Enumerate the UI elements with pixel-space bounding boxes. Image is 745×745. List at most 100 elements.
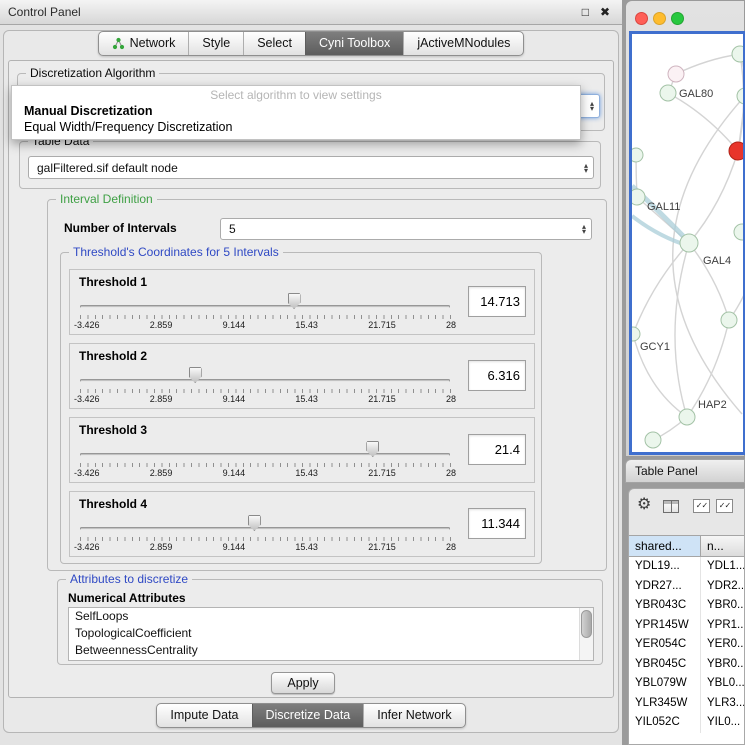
threshold-2-slider[interactable]	[80, 366, 450, 386]
list-item[interactable]: BetweennessCentrality	[69, 642, 593, 659]
threshold-4-slider[interactable]	[80, 514, 450, 534]
tab-style[interactable]: Style	[188, 32, 243, 55]
apply-button[interactable]: Apply	[271, 672, 335, 694]
network-edge[interactable]	[668, 93, 738, 151]
network-node[interactable]	[660, 85, 676, 101]
slider-track[interactable]	[80, 527, 450, 530]
table-panel-title: Table Panel	[626, 460, 744, 482]
table-cell[interactable]: YBR0...	[701, 596, 744, 616]
list-item[interactable]: TopologicalCoefficient	[69, 625, 593, 642]
threshold-3-slider[interactable]	[80, 440, 450, 460]
threshold-3-panel: Threshold 3 -3.4262.8599.14415.4321.7152…	[69, 417, 535, 483]
table-cell[interactable]: YER054C	[629, 635, 701, 655]
column-header-name[interactable]: n...	[701, 536, 744, 556]
number-of-intervals-select[interactable]: 5 ▴ ▾	[220, 218, 592, 240]
table-cell[interactable]: YDR2...	[701, 577, 744, 597]
table-cell[interactable]: YPR1...	[701, 616, 744, 636]
list-item[interactable]: SelfLoops	[69, 608, 593, 625]
tab-network[interactable]: Network	[99, 32, 189, 55]
table-cell[interactable]: YBR043C	[629, 596, 701, 616]
network-node[interactable]	[729, 142, 745, 160]
table-cell[interactable]: YER0...	[701, 635, 744, 655]
column-header-shared-name[interactable]: shared...	[629, 536, 701, 556]
algorithm-option-manual[interactable]: Manual Discretization	[12, 103, 580, 119]
network-edge[interactable]	[633, 243, 689, 334]
network-node[interactable]	[680, 234, 698, 252]
window-zoom-traffic-light[interactable]	[671, 12, 684, 25]
table-cell[interactable]: YLR345W	[629, 694, 701, 714]
table-row[interactable]: YBR045CYBR0...	[629, 655, 744, 675]
network-canvas[interactable]: GAL80GAL11GAL4GCY1HAP2	[629, 31, 745, 455]
select-all-columns-icon[interactable]: ✓✓	[693, 499, 710, 513]
slider-scale-label: 28	[446, 468, 456, 480]
attributes-scrollbar[interactable]	[579, 608, 593, 660]
network-node[interactable]	[645, 432, 661, 448]
table-row[interactable]: YDL19...YDL1...	[629, 557, 744, 577]
table-cell[interactable]: YLR3...	[701, 694, 744, 714]
table-cell[interactable]: YDR27...	[629, 577, 701, 597]
algorithm-placeholder-option[interactable]: Select algorithm to view settings	[12, 88, 580, 103]
table-row[interactable]: YDR27...YDR2...	[629, 577, 744, 597]
table-cell[interactable]: YIL0...	[701, 713, 744, 733]
close-icon[interactable]: ✖	[600, 0, 610, 24]
tab-impute-data[interactable]: Impute Data	[157, 704, 251, 727]
table-cell[interactable]: YDL1...	[701, 557, 744, 577]
network-node[interactable]	[632, 327, 640, 341]
algorithm-option-equal-width[interactable]: Equal Width/Frequency Discretization	[12, 119, 580, 135]
tab-discretize-data[interactable]: Discretize Data	[252, 704, 364, 727]
columns-icon[interactable]	[663, 500, 679, 513]
table-cell[interactable]: YBL079W	[629, 674, 701, 694]
table-row[interactable]: YLR345WYLR3...	[629, 694, 744, 714]
spinner-down-icon: ▾	[584, 168, 588, 173]
network-node[interactable]	[632, 148, 643, 162]
window-close-traffic-light[interactable]	[635, 12, 648, 25]
table-data-select[interactable]: galFiltered.sif default node ▴ ▾	[28, 156, 594, 179]
network-node[interactable]	[721, 312, 737, 328]
tab-infer-network[interactable]: Infer Network	[363, 704, 464, 727]
table-row[interactable]: YPR145WYPR1...	[629, 616, 744, 636]
slider-track[interactable]	[80, 379, 450, 382]
tab-jactivemnodules[interactable]: jActiveMNodules	[403, 32, 523, 55]
threshold-coordinates-group: Threshold's Coordinates for 5 Intervals …	[60, 252, 542, 564]
slider-track[interactable]	[80, 453, 450, 456]
slider-scale: -3.4262.8599.14415.4321.71528	[74, 394, 456, 406]
threshold-1-slider[interactable]	[80, 292, 450, 312]
numerical-attributes-label: Numerical Attributes	[68, 591, 186, 605]
table-row[interactable]: YER054CYER0...	[629, 635, 744, 655]
threshold-2-value-field[interactable]: 6.316	[468, 360, 526, 391]
network-node[interactable]	[632, 189, 645, 205]
table-cell[interactable]: YBR045C	[629, 655, 701, 675]
table-cell[interactable]: YBL0...	[701, 674, 744, 694]
network-node[interactable]	[732, 46, 745, 62]
scrollbar-thumb[interactable]	[581, 610, 592, 638]
table-row[interactable]: YIL052CYIL0...	[629, 713, 744, 733]
show-columns-icon[interactable]: ✓✓	[716, 499, 733, 513]
control-panel: Control Panel □ ✖ Network Style Select C…	[0, 0, 622, 745]
slider-track[interactable]	[80, 305, 450, 308]
network-edge[interactable]	[676, 54, 740, 74]
table-cell[interactable]: YPR145W	[629, 616, 701, 636]
gear-icon[interactable]: ⚙	[637, 495, 651, 515]
table-cell[interactable]: YBR0...	[701, 655, 744, 675]
network-node[interactable]	[734, 224, 745, 240]
tab-cyni-toolbox[interactable]: Cyni Toolbox	[305, 32, 403, 55]
network-view-window: GAL80GAL11GAL4GCY1HAP2	[625, 0, 745, 457]
float-window-icon[interactable]: □	[582, 0, 589, 24]
network-node[interactable]	[668, 66, 684, 82]
table-cell[interactable]: YDL19...	[629, 557, 701, 577]
network-node[interactable]	[737, 88, 745, 104]
table-row[interactable]: YBR043CYBR0...	[629, 596, 744, 616]
table-cell[interactable]: YIL052C	[629, 713, 701, 733]
threshold-3-value-field[interactable]: 21.4	[468, 434, 526, 465]
table-panel-titlebar[interactable]: Table Panel	[625, 459, 745, 483]
threshold-4-value-field[interactable]: 11.344	[468, 508, 526, 539]
threshold-1-value-field[interactable]: 14.713	[468, 286, 526, 317]
tab-select[interactable]: Select	[243, 32, 305, 55]
network-node[interactable]	[679, 409, 695, 425]
attributes-list[interactable]: SelfLoopsTopologicalCoefficientBetweenne…	[68, 607, 594, 661]
number-of-intervals-label: Number of Intervals	[64, 221, 177, 235]
network-edge[interactable]	[675, 243, 689, 417]
window-minimize-traffic-light[interactable]	[653, 12, 666, 25]
slider-scale: -3.4262.8599.14415.4321.71528	[74, 542, 456, 554]
table-row[interactable]: YBL079WYBL0...	[629, 674, 744, 694]
